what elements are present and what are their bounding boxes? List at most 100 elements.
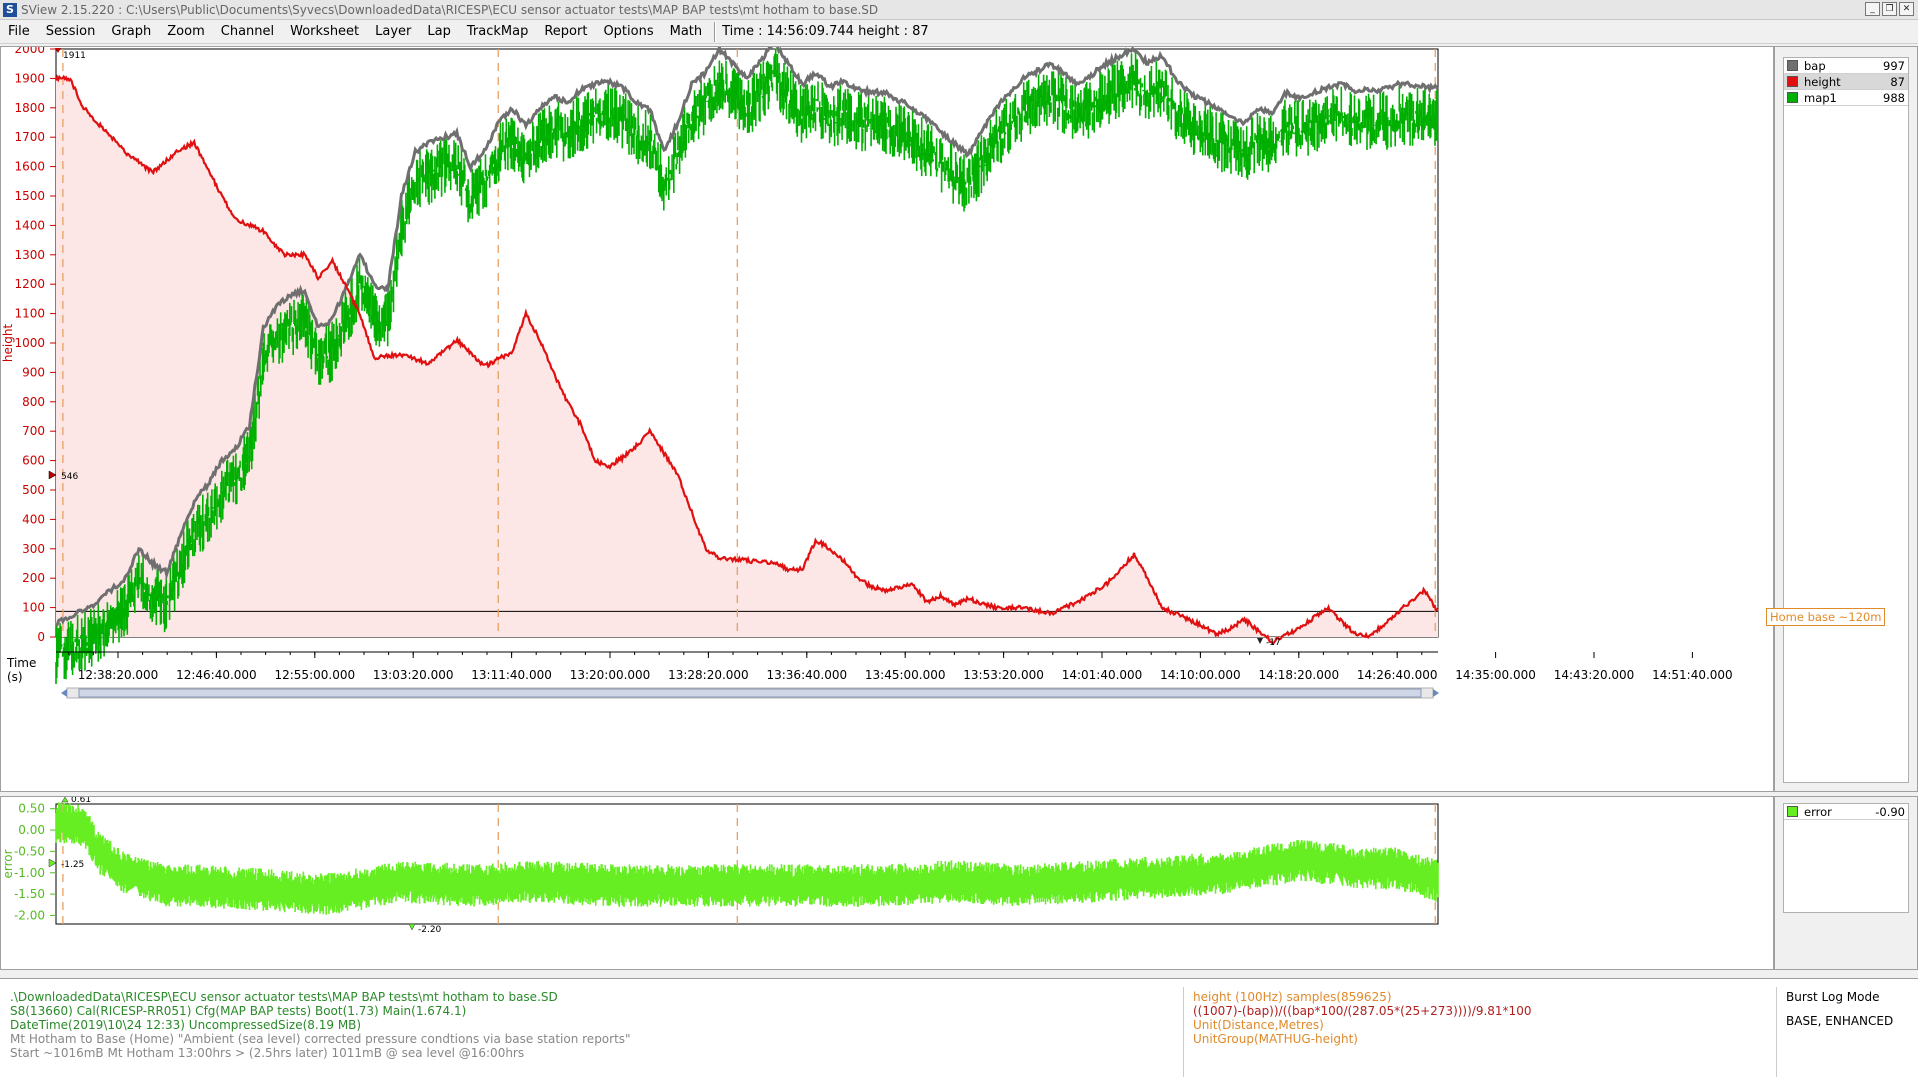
legend-item-bap[interactable]: bap 997 — [1784, 58, 1908, 74]
menu-session[interactable]: Session — [38, 24, 104, 39]
x-tick-label: 14:10:00.000 — [1160, 668, 1241, 682]
y-tick-label: 1600 — [14, 160, 45, 174]
min-marker-label: -2.20 — [418, 925, 442, 935]
y-tick-label: 200 — [22, 571, 45, 585]
height-chart[interactable]: 0 100 200 300 400 500 600 700 800 900 1000 1100 1200… — [1, 39, 1773, 791]
y-tick-label: 1400 — [14, 218, 45, 232]
y-tick-label: 1300 — [14, 248, 45, 262]
cursor-marker-label: 546 — [61, 472, 78, 482]
log-mode-value: BASE, ENHANCED — [1786, 1014, 1894, 1028]
y-tick-label: 1800 — [14, 101, 45, 115]
channel-info: height (100Hz) samples(859625) ((1007)-(… — [1193, 990, 1531, 1046]
y-tick-label: 0.50 — [18, 802, 45, 816]
log-mode-info: Burst Log Mode BASE, ENHANCED — [1786, 990, 1893, 1028]
min-marker-icon — [408, 923, 416, 931]
cursor-status: Time : 14:56:09.744 height : 87 — [722, 24, 929, 39]
menu-file[interactable]: File — [0, 24, 38, 39]
scroll-left-icon — [61, 689, 67, 697]
x-tick-label: 14:51:40.000 — [1652, 668, 1733, 682]
x-tick-label: 13:36:40.000 — [766, 668, 847, 682]
legend-value: 997 — [1883, 58, 1905, 73]
y-tick-label: 400 — [22, 512, 45, 526]
app-icon: S — [3, 2, 17, 17]
x-tick-label: 14:35:00.000 — [1455, 668, 1536, 682]
main-graph-panel[interactable]: 0 100 200 300 400 500 600 700 800 900 1000 1100 1200… — [0, 39, 1774, 792]
x-tick-label: 14:43:20.000 — [1554, 668, 1635, 682]
x-tick-label: 13:28:20.000 — [668, 668, 749, 682]
y-tick-label: 300 — [22, 542, 45, 556]
file-path: .\DownloadedData\RICESP\ECU sensor actua… — [10, 990, 558, 1004]
max-marker-icon — [61, 796, 69, 803]
max-marker-label: 0.61 — [71, 797, 91, 805]
y-axis-label: height — [1, 324, 15, 363]
menu-layer[interactable]: Layer — [367, 24, 419, 39]
legend-value: -0.90 — [1875, 804, 1905, 819]
y-tick-label: 800 — [22, 395, 45, 409]
cursor-marker-label: -1.25 — [61, 860, 84, 870]
menu-worksheet[interactable]: Worksheet — [282, 24, 367, 39]
legend-item-error[interactable]: error -0.90 — [1784, 804, 1908, 820]
x-tick-label: 13:03:20.000 — [373, 668, 454, 682]
y-tick-label: 2000 — [14, 47, 45, 56]
y-tick-label: 1100 — [14, 307, 45, 321]
scrollbar-thumb — [78, 688, 1422, 698]
menu-separator — [714, 21, 717, 42]
legend-name: map1 — [1804, 90, 1837, 105]
y-tick-label: -0.50 — [14, 844, 45, 858]
x-tick-label: 12:38:20.000 — [78, 668, 159, 682]
legend-item-height[interactable]: height 87 — [1784, 74, 1908, 90]
channel-unit: Unit(Distance,Metres) — [1193, 1018, 1324, 1032]
menu-zoom[interactable]: Zoom — [159, 24, 212, 39]
menu-math[interactable]: Math — [662, 24, 711, 39]
y-tick-label: -1.50 — [14, 887, 45, 901]
error-chart[interactable]: 0.50 0.00 -0.50 -1.00 -1.50 -2.00 error 0.61 -1.… — [1, 795, 1773, 969]
datetime-info: DateTime(2019\10\24 12:33) UncompressedS… — [10, 1018, 362, 1032]
x-axis-unit: (s) — [7, 670, 23, 684]
y-tick-label: 500 — [22, 483, 45, 497]
x-tick-label: 14:18:20.000 — [1258, 668, 1339, 682]
session-description: Mt Hotham to Base (Home) "Ambient (sea l… — [10, 1032, 631, 1046]
scroll-right-icon — [1433, 689, 1439, 697]
ecu-info: S8(13660) Cal(RICESP-RR051) Cfg(MAP BAP … — [10, 1004, 467, 1018]
legend-value: 988 — [1883, 90, 1905, 105]
window-titlebar: S SView 2.15.220 : C:\Users\Public\Docum… — [0, 0, 1918, 20]
x-tick-label: 14:01:40.000 — [1062, 668, 1143, 682]
x-tick-label: 12:55:00.000 — [274, 668, 355, 682]
y-tick-label: 1900 — [14, 71, 45, 85]
x-tick-label: 13:11:40.000 — [471, 668, 552, 682]
error-graph-panel[interactable]: 0.50 0.00 -0.50 -1.00 -1.50 -2.00 error 0.61 -1.… — [0, 795, 1774, 970]
min-marker-label: -17 — [1266, 638, 1281, 648]
menu-report[interactable]: Report — [536, 24, 595, 39]
y-tick-label: 1200 — [14, 277, 45, 291]
legend-swatch — [1787, 92, 1798, 103]
x-tick-label: 12:46:40.000 — [176, 668, 257, 682]
close-icon[interactable]: ✕ — [1899, 2, 1914, 16]
info-divider — [1776, 987, 1777, 1077]
menu-graph[interactable]: Graph — [103, 24, 159, 39]
legend-name: height — [1804, 74, 1841, 89]
info-divider — [1183, 987, 1184, 1077]
cursor-marker-icon — [48, 858, 57, 868]
menu-options[interactable]: Options — [595, 24, 661, 39]
menu-lap[interactable]: Lap — [419, 24, 458, 39]
legend-swatch — [1787, 76, 1798, 87]
cursor-marker-icon — [48, 470, 57, 480]
legend-name: error — [1804, 804, 1832, 819]
main-legend-panel: bap 997 height 87 map1 988 — [1774, 46, 1918, 792]
error-legend-panel: error -0.90 — [1774, 796, 1918, 970]
y-tick-label: 0 — [37, 630, 45, 644]
menu-trackmap[interactable]: TrackMap — [459, 24, 536, 39]
y-tick-label: 1000 — [14, 336, 45, 350]
info-panel: .\DownloadedData\RICESP\ECU sensor actua… — [0, 978, 1918, 1080]
y-tick-label: -1.00 — [14, 866, 45, 880]
log-mode-title: Burst Log Mode — [1786, 990, 1880, 1004]
legend-item-map1[interactable]: map1 988 — [1784, 90, 1908, 106]
max-marker-label: 1911 — [63, 51, 86, 61]
x-tick-label: 13:53:20.000 — [963, 668, 1044, 682]
min-marker-icon — [1257, 638, 1263, 644]
restore-icon[interactable]: ❐ — [1882, 2, 1897, 16]
minimize-icon[interactable]: _ — [1865, 2, 1880, 16]
y-tick-label: 1500 — [14, 189, 45, 203]
window-controls: _ ❐ ✕ — [1865, 2, 1914, 16]
menu-channel[interactable]: Channel — [213, 24, 282, 39]
